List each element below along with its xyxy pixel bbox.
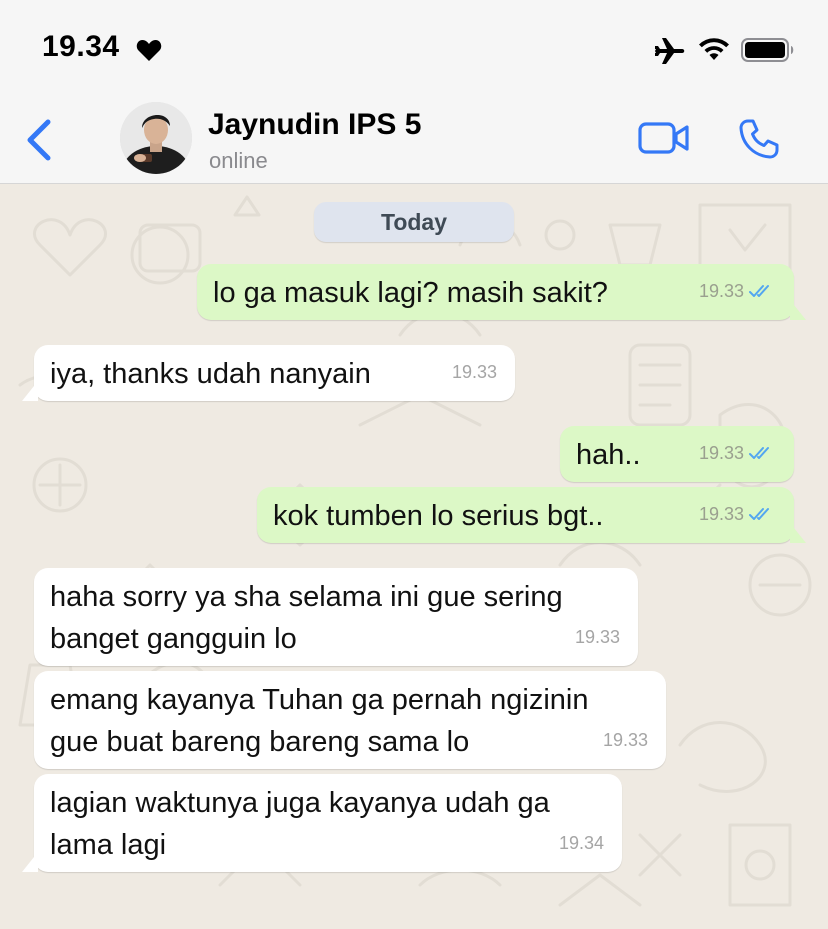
message-meta: 19.33 [699, 270, 776, 312]
bubble-tail [22, 852, 38, 872]
message-time: 19.33 [698, 281, 744, 301]
chat-area[interactable]: Today lo ga masuk lagi? masih sakit? 19.… [0, 185, 828, 929]
double-check-icon [749, 285, 769, 297]
date-separator: Today [314, 202, 514, 242]
message-text: lagian waktunya juga kayanya udah ga lam… [50, 787, 550, 861]
message-incoming[interactable]: emang kayanya Tuhan ga pernah ngizinin g… [34, 671, 666, 769]
phone-call-icon[interactable] [738, 118, 780, 160]
message-time: 19.33 [574, 627, 620, 647]
status-time: 19.34 [42, 30, 120, 63]
whatsapp-chat-screen: 19.34 Jaynudin IPS 5 online Today lo ga … [0, 0, 828, 929]
message-text: lo ga masuk lagi? masih sakit? [213, 277, 608, 309]
message-text: iya, thanks udah nanyain [50, 358, 371, 390]
avatar-photo [120, 102, 192, 174]
video-call-icon[interactable] [638, 120, 690, 156]
message-time: 19.33 [698, 504, 744, 524]
bubble-tail [790, 523, 806, 543]
message-time: 19.33 [602, 730, 648, 750]
message-meta: 19.33 [603, 719, 648, 761]
double-check-icon [749, 508, 769, 520]
airplane-mode-icon [655, 38, 685, 64]
heart-icon [136, 40, 162, 61]
status-bar: 19.34 [0, 0, 828, 96]
message-incoming[interactable]: lagian waktunya juga kayanya udah ga lam… [34, 774, 622, 872]
message-meta: 19.33 [452, 351, 497, 393]
bubble-tail [22, 381, 38, 401]
contact-name[interactable]: Jaynudin IPS 5 [208, 108, 421, 142]
chat-header: Jaynudin IPS 5 online [0, 96, 828, 184]
message-text: emang kayanya Tuhan ga pernah ngizinin g… [50, 684, 589, 758]
wifi-icon [699, 38, 729, 60]
message-time: 19.33 [698, 443, 744, 463]
double-check-icon [749, 447, 769, 459]
message-meta: 19.33 [575, 616, 620, 658]
avatar[interactable] [120, 102, 192, 174]
message-outgoing[interactable]: hah.. 19.33 [560, 426, 794, 482]
chevron-left-icon[interactable] [22, 116, 56, 164]
message-text: haha sorry ya sha selama ini gue sering … [50, 581, 563, 655]
contact-status: online [209, 148, 268, 173]
message-meta: 19.33 [699, 493, 776, 535]
bubble-tail [790, 300, 806, 320]
battery-icon [741, 38, 794, 62]
message-incoming[interactable]: haha sorry ya sha selama ini gue sering … [34, 568, 638, 666]
message-meta: 19.34 [559, 822, 604, 864]
message-meta: 19.33 [699, 432, 776, 474]
message-time: 19.33 [451, 362, 497, 382]
message-incoming[interactable]: iya, thanks udah nanyain 19.33 [34, 345, 515, 401]
message-outgoing[interactable]: lo ga masuk lagi? masih sakit? 19.33 [197, 264, 794, 320]
message-outgoing[interactable]: kok tumben lo serius bgt.. 19.33 [257, 487, 794, 543]
message-time: 19.34 [558, 833, 604, 853]
